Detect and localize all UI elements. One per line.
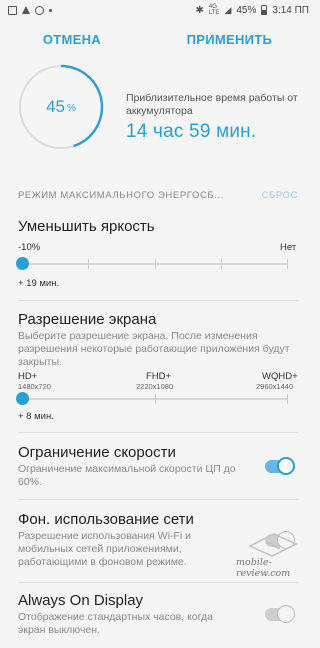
battery-percent: 45% — [236, 4, 257, 16]
reset-button[interactable]: СБРОС — [262, 190, 298, 201]
background-data-description: Разрешение использования Wi-Fi и мобильн… — [18, 530, 191, 568]
resolution-option-wqhd: WQHD+ — [262, 371, 298, 382]
status-system: ✱ 4G LTE ◢ 45% 3:14 ПП — [195, 4, 309, 16]
estimate-label: Приблизительное время работы от аккумуля… — [126, 92, 298, 117]
more-dots-icon — [49, 8, 52, 12]
apply-button[interactable]: ПРИМЕНИТЬ — [187, 32, 273, 47]
section-title: РЕЖИМ МАКСИМАЛЬНОГО ЭНЕРГОСБ... — [18, 190, 224, 201]
resolution-description: Выберите разрешение экрана. После измене… — [18, 330, 290, 368]
resolution-option-fhd-size: 2220x1080 — [136, 382, 174, 391]
brightness-slider-thumb[interactable] — [16, 257, 29, 270]
brightness-min-label: -10% — [18, 242, 41, 253]
resolution-gain: + 8 мин. — [18, 411, 54, 422]
resolution-slider-thumb[interactable] — [16, 392, 29, 405]
brightness-title: Уменьшить яркость — [18, 218, 155, 235]
network-type: 4G LTE — [208, 4, 220, 16]
cpu-limit-title: Ограничение скорости — [18, 444, 176, 461]
slider-tick — [287, 259, 288, 269]
brightness-slider[interactable] — [16, 257, 288, 270]
resolution-slider[interactable] — [16, 392, 288, 405]
instagram-icon — [35, 5, 44, 15]
divider — [18, 300, 298, 301]
battery-estimate-card: 45% Приблизительное время работы от акку… — [0, 58, 315, 178]
action-bar: ОТМЕНА ПРИМЕНИТЬ — [0, 20, 315, 58]
toggle-knob — [277, 457, 295, 475]
bluetooth-icon: ✱ — [195, 4, 204, 16]
divider — [18, 432, 298, 433]
divider — [18, 582, 298, 583]
resolution-option-hd-size: 1480x720 — [18, 382, 51, 391]
telegram-icon — [22, 6, 30, 14]
slider-tick — [287, 394, 288, 404]
clock: 3:14 ПП — [272, 4, 309, 16]
aod-toggle[interactable] — [265, 605, 295, 623]
slider-tick — [220, 259, 222, 269]
resolution-option-fhd: FHD+ — [146, 371, 172, 382]
resolution-title: Разрешение экрана — [18, 311, 157, 328]
toggle-knob — [277, 605, 295, 623]
background-data-title: Фон. использование сети — [18, 511, 194, 528]
slider-tick — [154, 259, 156, 269]
status-notifications — [8, 5, 52, 15]
aod-title: Always On Display — [18, 592, 144, 609]
divider — [18, 499, 298, 500]
brightness-max-label: Нет — [280, 242, 297, 253]
image-icon — [8, 5, 17, 15]
section-header: РЕЖИМ МАКСИМАЛЬНОГО ЭНЕРГОСБ... СБРОС — [18, 190, 298, 201]
battery-percent-label: 45% — [46, 97, 76, 116]
cancel-button[interactable]: ОТМЕНА — [43, 32, 101, 47]
battery-icon — [261, 5, 268, 15]
brightness-gain: + 19 мин. — [18, 278, 60, 289]
estimate-value: 14 час 59 мин. — [126, 121, 257, 142]
resolution-option-hd: HD+ — [18, 371, 38, 382]
slider-tick — [154, 394, 156, 404]
watermark-logo — [248, 533, 298, 557]
status-bar: ✱ 4G LTE ◢ 45% 3:14 ПП — [0, 0, 315, 20]
signal-icon: ◢ — [224, 4, 232, 15]
resolution-option-wqhd-size: 2960x1440 — [256, 382, 294, 391]
watermark-text: mobile-review.com — [236, 557, 291, 579]
cpu-limit-description: Ограничение максимальной скорости ЦП до … — [18, 463, 236, 488]
cpu-limit-toggle[interactable] — [265, 457, 295, 475]
aod-description: Отображение стандартных часов, когда экр… — [18, 611, 213, 636]
slider-tick — [88, 259, 90, 269]
